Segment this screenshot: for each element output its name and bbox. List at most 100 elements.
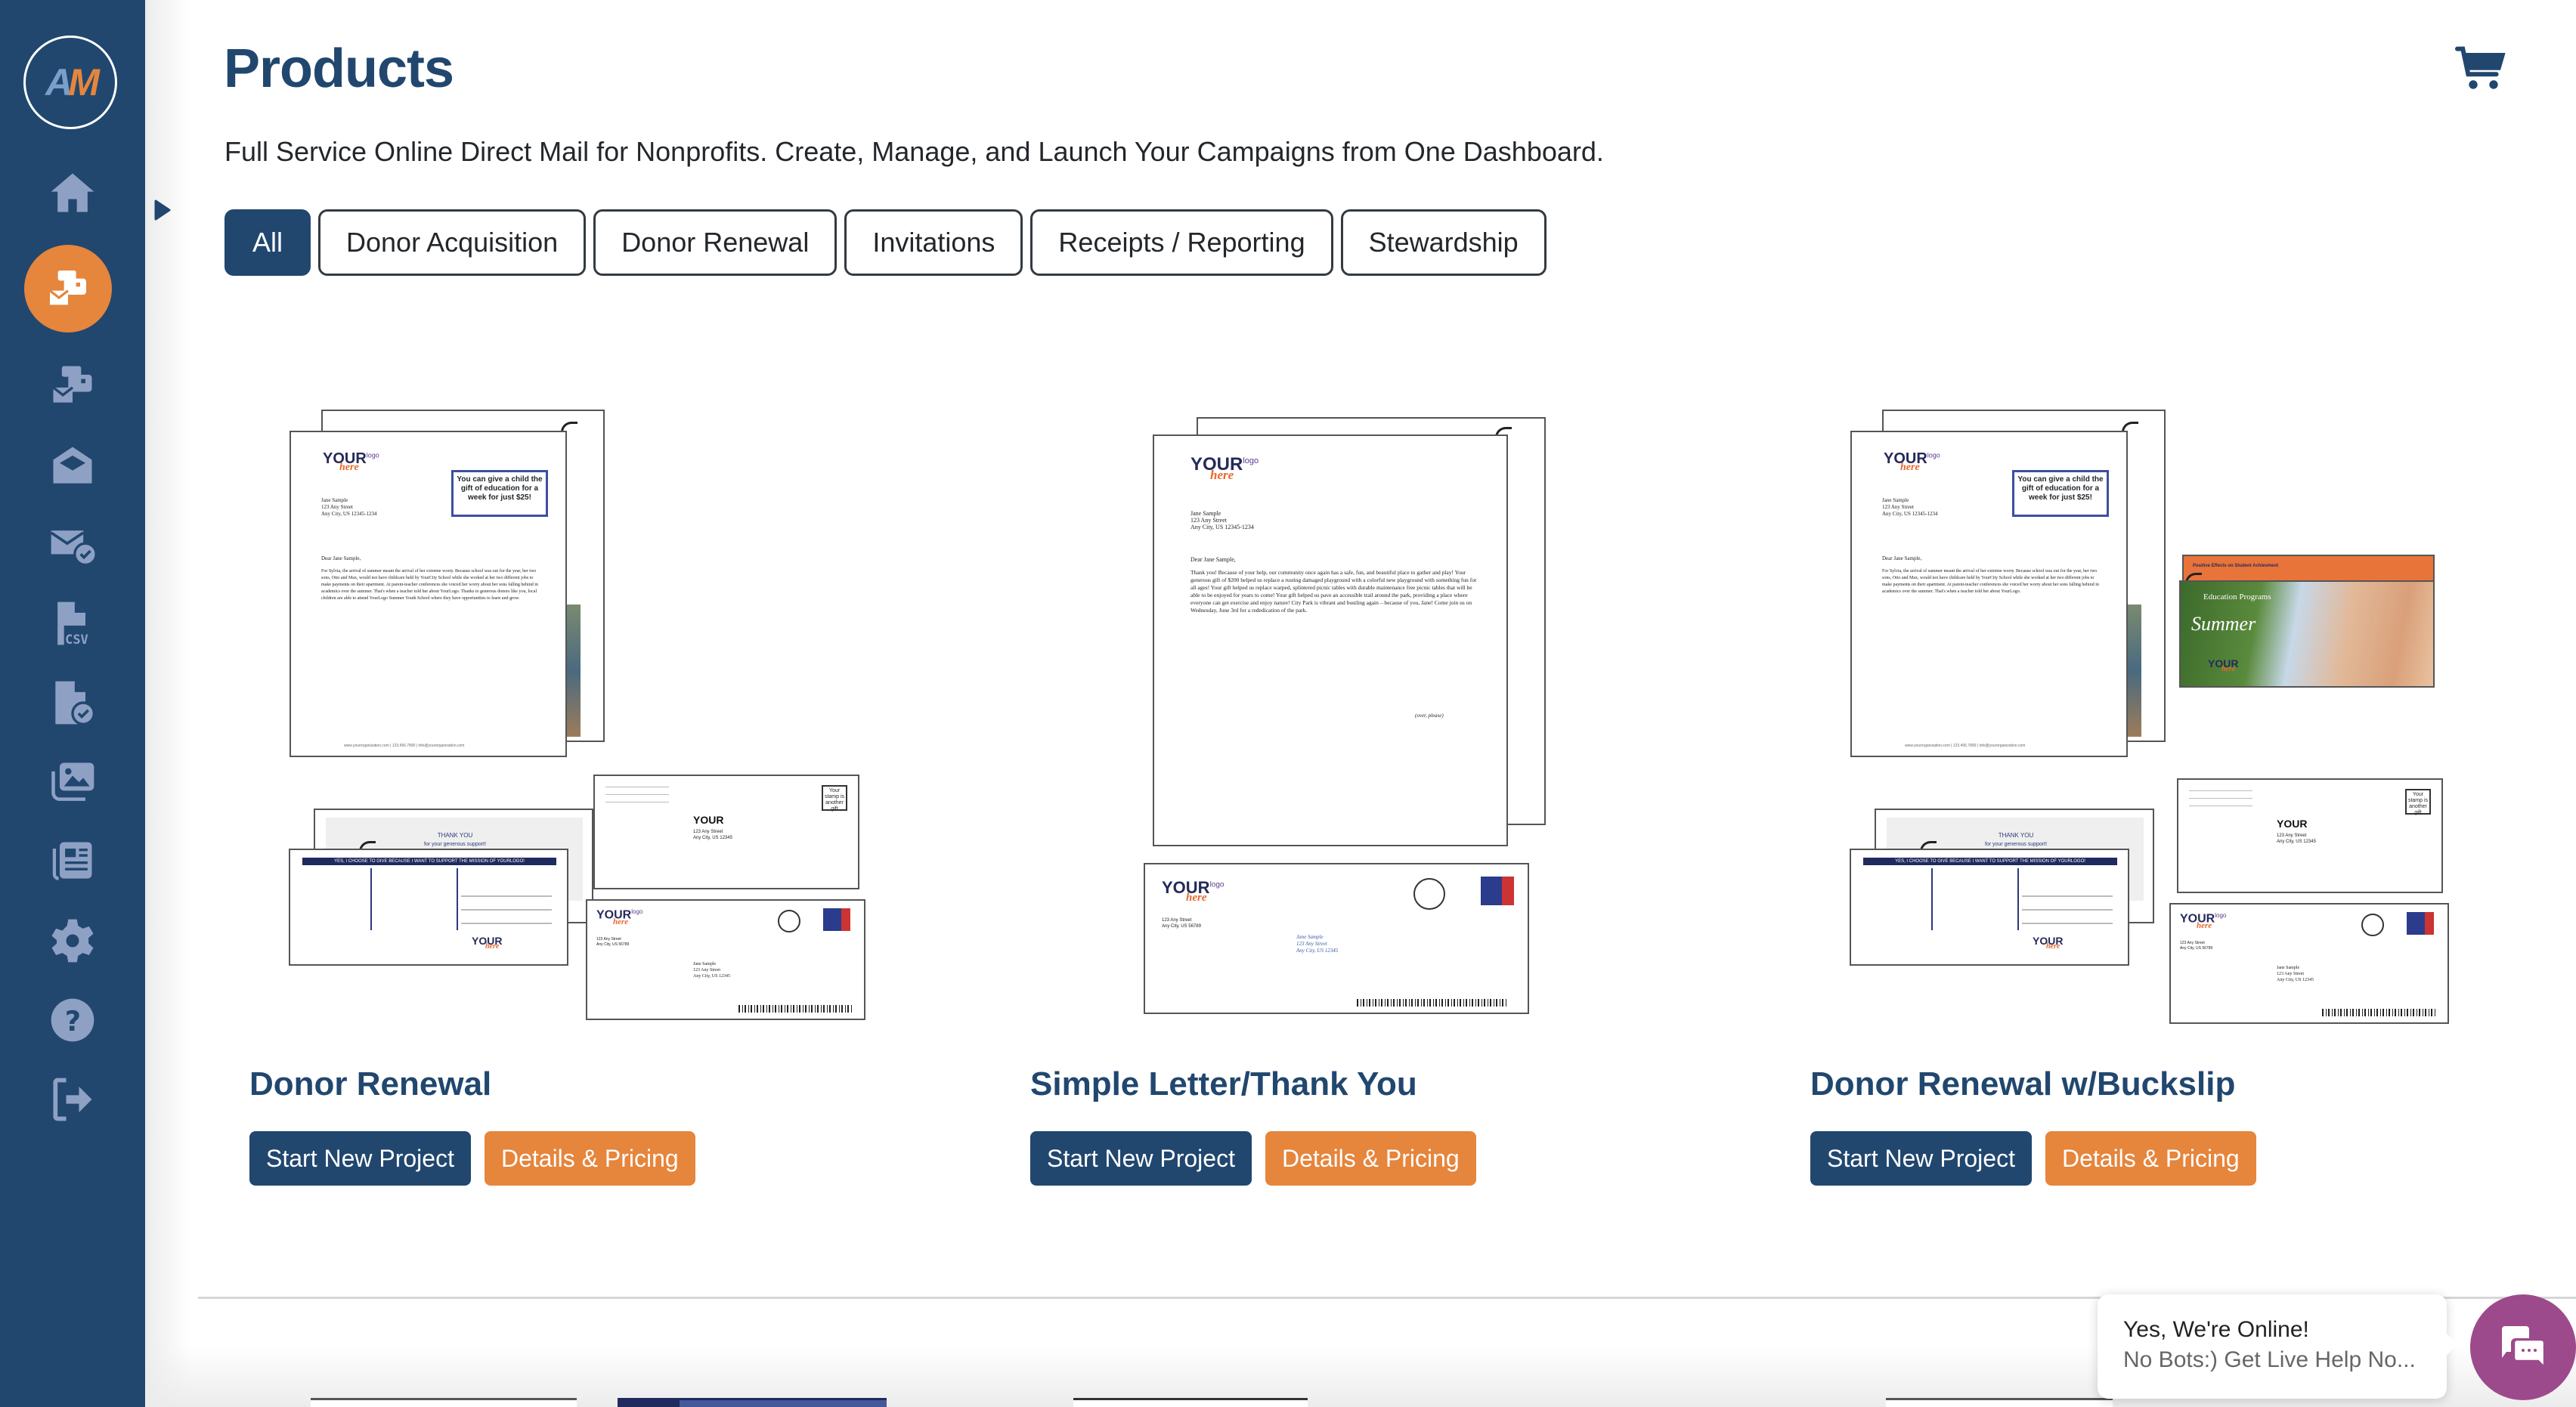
outer-envelope: YOURlogo here 123 Any Street Any City, US… — [2169, 903, 2449, 1024]
sidebar-item-news[interactable] — [35, 835, 110, 888]
chat-bubbles-icon — [2502, 1326, 2546, 1369]
start-new-project-button[interactable]: Start New Project — [249, 1131, 471, 1186]
mock-logo: YOURlogo here — [323, 450, 379, 473]
stamp-placeholder: Your stamp is another gift — [2405, 789, 2431, 815]
product-image[interactable]: YOURlogo here Jane Sample 123 Any Street … — [1030, 400, 1711, 1035]
category-filters: All Donor Acquisition Donor Renewal Invi… — [224, 209, 1547, 276]
letter-body: For Sylvia, the arrival of summer meant … — [1882, 569, 2099, 594]
mail-bulk-icon — [52, 366, 92, 403]
page-description: Full Service Online Direct Mail for Nonp… — [224, 136, 1604, 167]
chat-launcher-button[interactable] — [2470, 1294, 2576, 1400]
product-actions: Start New Project Details & Pricing — [1810, 1131, 2256, 1186]
letter-address: Jane Sample 123 Any Street Any City, US … — [321, 497, 377, 517]
sidebar-item-products[interactable] — [24, 245, 112, 332]
postal-barcode — [1357, 999, 1508, 1007]
product-title[interactable]: Donor Renewal w/Buckslip — [1810, 1065, 2235, 1103]
logo-letter-a: A — [45, 61, 73, 104]
letter-address: Jane Sample 123 Any Street Any City, US … — [1190, 510, 1254, 530]
letter-callout: You can give a child the gift of educati… — [451, 470, 548, 517]
filter-invitations[interactable]: Invitations — [844, 209, 1023, 276]
file-check-icon — [55, 681, 96, 726]
filter-stewardship[interactable]: Stewardship — [1340, 209, 1547, 276]
letter-photo — [2128, 605, 2141, 737]
sidebar-item-home[interactable] — [35, 166, 110, 219]
filter-receipts-reporting[interactable]: Receipts / Reporting — [1030, 209, 1333, 276]
sidebar-item-proofs[interactable] — [35, 676, 110, 729]
product-card: YOURlogo here Jane Sample 123 Any Street … — [1030, 400, 1711, 1186]
sidebar-item-campaigns[interactable] — [35, 359, 110, 412]
start-new-project-button[interactable]: Start New Project — [1030, 1131, 1252, 1186]
logo-letter-m: M — [68, 61, 100, 104]
sidebar-toggle-icon[interactable] — [153, 198, 172, 222]
letter-footer: www.yourorganization.com | 123.456.7890 … — [1905, 744, 2026, 748]
product-card: YOURlogo here You can give a child the gi… — [249, 400, 930, 1186]
page-title: Products — [224, 39, 454, 99]
sidebar-item-open-mail[interactable] — [35, 440, 110, 493]
svg-text:CSV: CSV — [65, 632, 88, 648]
letter-footer: www.yourorganization.com | 123.456.7890 … — [344, 744, 465, 748]
sidebar-item-images[interactable] — [35, 756, 110, 809]
product-title[interactable]: Simple Letter/Thank You — [1030, 1065, 1417, 1103]
letter-photo — [567, 605, 581, 737]
outer-envelope: YOURlogo here 123 Any Street Any City, US… — [586, 899, 865, 1020]
letter-front-page: YOURlogo here Jane Sample 123 Any Street … — [1153, 434, 1508, 846]
gear-icon — [51, 919, 94, 963]
mock-logo: YOURlogo here — [1884, 450, 1940, 473]
letter-body: For Sylvia, the arrival of summer meant … — [321, 569, 538, 601]
postal-barcode — [738, 1005, 852, 1013]
reply-envelope: Your stamp is another gift YOUR 123 Any … — [2177, 778, 2443, 893]
letter-salutation: Dear Jane Sample, — [321, 555, 361, 561]
chat-prompt[interactable]: Yes, We're Online! No Bots:) Get Live He… — [2098, 1294, 2447, 1399]
sign-out-icon — [53, 1078, 92, 1121]
app-logo[interactable]: AM — [23, 36, 117, 129]
sidebar-item-logout[interactable] — [35, 1073, 110, 1126]
letter-salutation: Dear Jane Sample, — [1882, 555, 1922, 561]
envelope-check-icon — [50, 530, 98, 567]
stamp-placeholder: Your stamp is another gift — [822, 785, 847, 812]
next-product-image-peek — [618, 1398, 887, 1407]
sidebar-item-help[interactable]: ? — [35, 994, 110, 1047]
file-csv-icon: CSV — [57, 601, 88, 648]
images-icon — [51, 762, 94, 801]
home-icon — [51, 173, 94, 212]
letter-body: Thank you! Because of your help, our com… — [1190, 569, 1477, 614]
filter-donor-acquisition[interactable]: Donor Acquisition — [318, 209, 587, 276]
outer-envelope: YOURlogo here 123 Any Street Any City, US… — [1144, 863, 1529, 1014]
letter-address: Jane Sample 123 Any Street Any City, US … — [1882, 497, 1938, 517]
chat-prompt-title: Yes, We're Online! — [2123, 1317, 2309, 1342]
product-actions: Start New Project Details & Pricing — [1030, 1131, 1476, 1186]
sidebar-item-settings[interactable] — [35, 914, 110, 967]
mail-bulk-icon — [49, 271, 86, 305]
letter-front-page: YOURlogo here You can give a child the gi… — [289, 431, 567, 757]
letter-over-please: (over, please) — [1415, 713, 1444, 719]
reply-device: YES, I CHOOSE TO GIVE BECAUSE I WANT TO … — [1850, 849, 2129, 966]
details-pricing-button[interactable]: Details & Pricing — [484, 1131, 695, 1186]
reply-envelope: Your stamp is another gift YOUR 123 Any … — [593, 775, 859, 889]
sidebar-item-csv[interactable]: CSV — [35, 597, 110, 650]
letter-front-page: YOURlogo here You can give a child the gi… — [1850, 431, 2128, 757]
envelope-open-icon — [53, 447, 92, 484]
reply-device: YES, I CHOOSE TO GIVE BECAUSE I WANT TO … — [289, 849, 568, 966]
start-new-project-button[interactable]: Start New Project — [1810, 1131, 2032, 1186]
details-pricing-button[interactable]: Details & Pricing — [2045, 1131, 2256, 1186]
product-image[interactable]: YOURlogo here You can give a child the gi… — [1810, 400, 2491, 1035]
product-image[interactable]: YOURlogo here You can give a child the gi… — [249, 400, 930, 1035]
newspaper-icon — [52, 842, 92, 880]
postal-barcode — [2322, 1009, 2435, 1016]
product-actions: Start New Project Details & Pricing — [249, 1131, 695, 1186]
next-product-image-peek — [1073, 1398, 1308, 1407]
sidebar-item-approved-mail[interactable] — [35, 519, 110, 572]
details-pricing-button[interactable]: Details & Pricing — [1265, 1131, 1476, 1186]
filter-all[interactable]: All — [224, 209, 311, 276]
shopping-cart-icon[interactable] — [2455, 44, 2509, 94]
next-product-image-peek — [311, 1398, 577, 1407]
filter-donor-renewal[interactable]: Donor Renewal — [593, 209, 838, 276]
buckslip-front: Education Programs Summer YOUR here — [2179, 580, 2435, 688]
product-card: YOURlogo here You can give a child the gi… — [1810, 400, 2491, 1186]
letter-salutation: Dear Jane Sample, — [1190, 556, 1236, 563]
next-product-image-peek — [1886, 1398, 2113, 1407]
product-title[interactable]: Donor Renewal — [249, 1065, 491, 1103]
svg-text:?: ? — [65, 1005, 81, 1037]
mock-logo: YOURlogo here — [1190, 454, 1259, 482]
chat-prompt-subtitle: No Bots:) Get Live Help No... — [2123, 1347, 2416, 1372]
